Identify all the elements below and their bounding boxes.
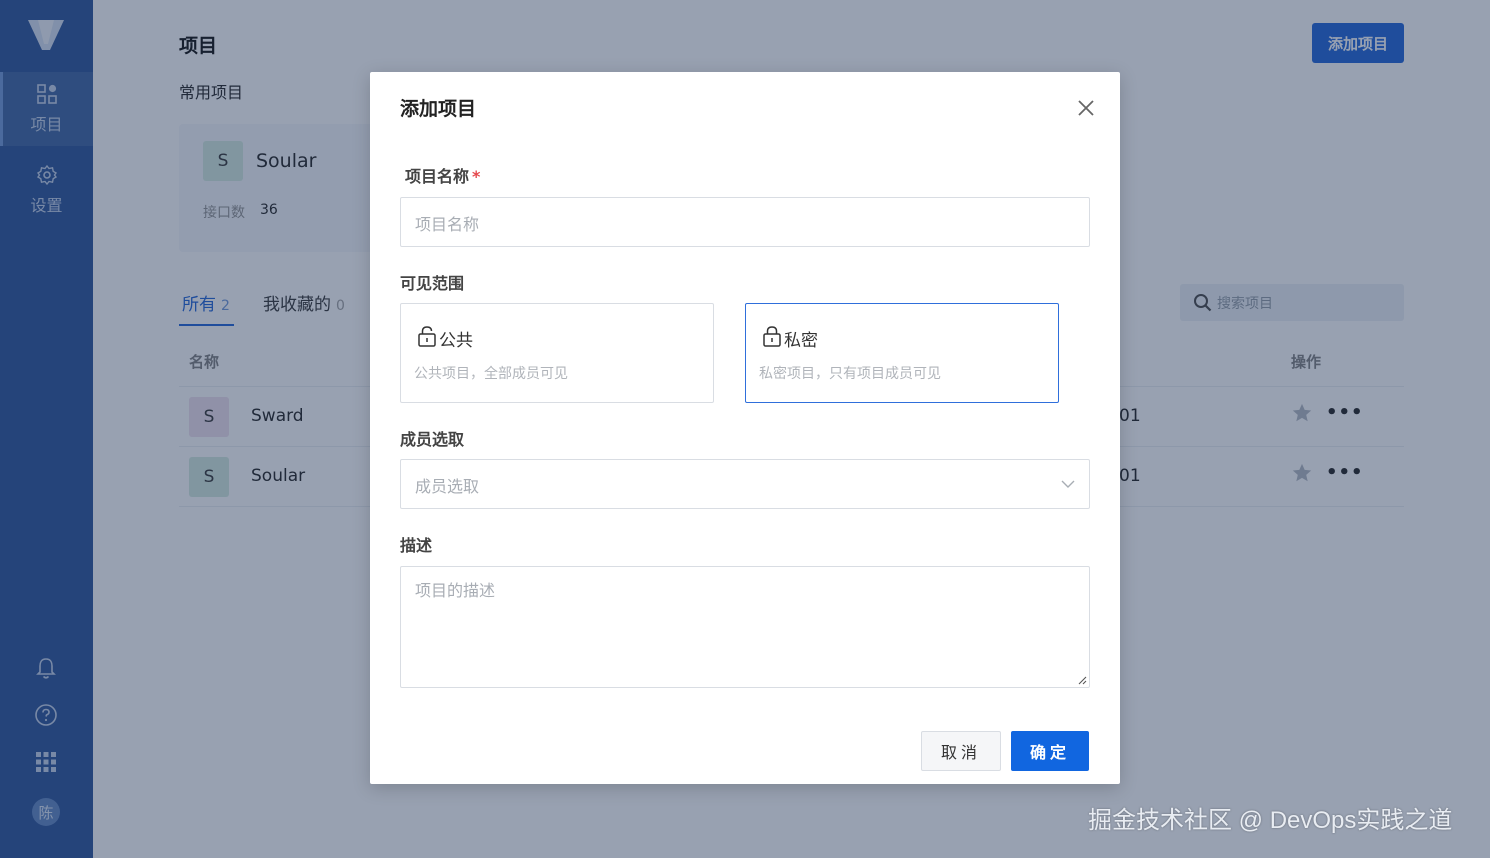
close-icon[interactable]	[1075, 97, 1097, 119]
visibility-label: 可见范围	[400, 274, 465, 293]
members-select[interactable]: 成员选取	[400, 459, 1090, 509]
description-textarea[interactable]: 项目的描述	[400, 566, 1090, 688]
confirm-button[interactable]: 确定	[1011, 731, 1089, 771]
visibility-option-private[interactable]: 私密 私密项目，只有项目成员可见	[745, 303, 1059, 403]
visibility-option-public[interactable]: 公共 公共项目，全部成员可见	[400, 303, 714, 403]
cancel-button[interactable]: 取消	[921, 731, 1001, 771]
dialog-title: 添加项目	[400, 98, 477, 120]
description-label: 描述	[400, 536, 433, 555]
option-title: 私密	[784, 331, 818, 351]
select-placeholder: 成员选取	[415, 477, 480, 496]
label-text: 项目名称	[405, 167, 470, 186]
resize-handle-icon[interactable]	[1077, 675, 1087, 685]
unlock-icon	[418, 326, 436, 347]
watermark: 掘金技术社区 @ DevOps实践之道	[1088, 807, 1453, 834]
option-desc: 私密项目，只有项目成员可见	[759, 366, 941, 382]
project-name-field[interactable]: 项目名称	[400, 197, 1090, 247]
option-desc: 公共项目，全部成员可见	[414, 366, 568, 382]
add-project-dialog: 添加项目 项目名称 * 项目名称 可见范围 公共 公共项目，全部成员可见 私密 私…	[370, 72, 1120, 784]
option-title: 公共	[439, 331, 473, 351]
textarea-placeholder: 项目的描述	[415, 581, 496, 600]
project-name-label: 项目名称 *	[405, 163, 480, 187]
field-placeholder: 项目名称	[415, 215, 480, 234]
lock-icon	[763, 326, 781, 347]
required-mark: *	[472, 167, 481, 186]
members-label: 成员选取	[400, 430, 465, 449]
chevron-down-icon	[1061, 480, 1075, 488]
